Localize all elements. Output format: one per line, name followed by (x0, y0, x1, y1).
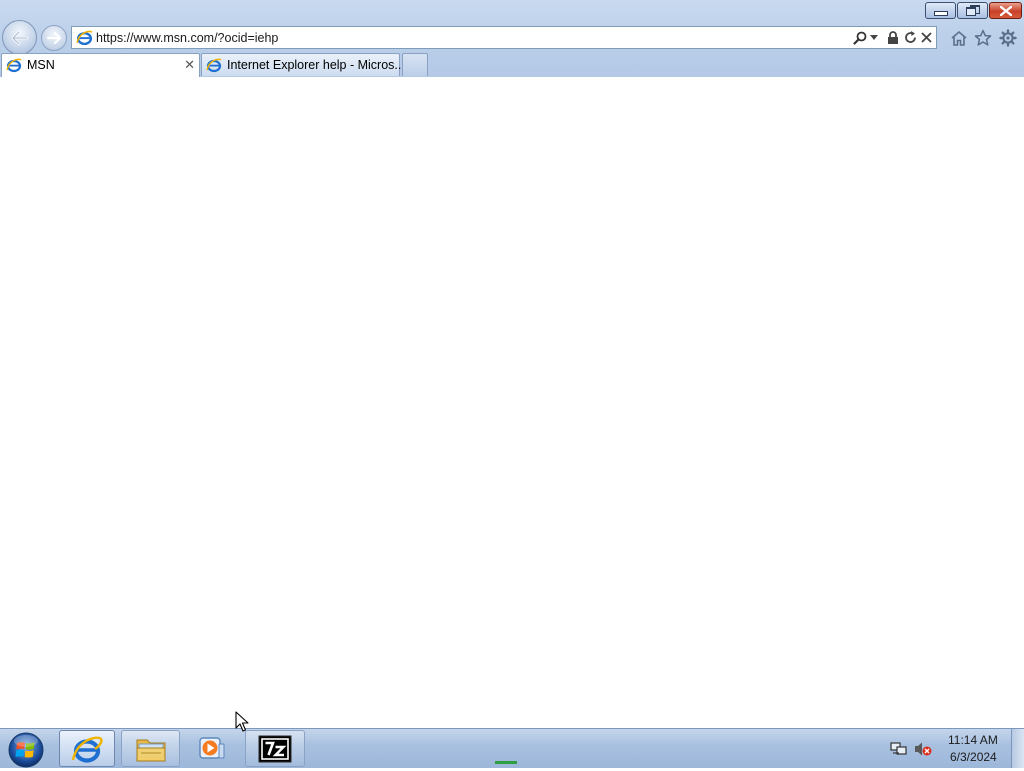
restore-button[interactable] (957, 2, 988, 19)
close-icon (999, 5, 1012, 16)
progress-indicator (495, 761, 517, 764)
search-icon[interactable] (852, 29, 868, 46)
tab-label: MSN (27, 58, 55, 72)
tab-label: Internet Explorer help - Micros... (227, 58, 405, 72)
url-text[interactable]: https://www.msn.com/?ocid=iehp (96, 31, 278, 45)
forward-button[interactable] (41, 25, 67, 51)
internet-explorer-icon (71, 736, 103, 763)
taskbar-internet-explorer[interactable] (59, 730, 115, 767)
minimize-icon (933, 11, 948, 16)
network-icon[interactable] (890, 741, 908, 760)
taskbar-media-player[interactable] (184, 730, 240, 767)
show-desktop-button[interactable] (1011, 729, 1024, 768)
ie-page-icon (206, 58, 222, 73)
dropdown-arrow-icon[interactable] (869, 29, 879, 46)
folder-icon (136, 739, 165, 761)
refresh-icon[interactable] (902, 29, 918, 46)
taskbar-windows-explorer[interactable] (121, 730, 180, 767)
favorites-star-icon[interactable] (973, 28, 993, 48)
minimize-button[interactable] (925, 2, 956, 19)
start-button[interactable] (4, 730, 48, 768)
back-button[interactable] (2, 20, 37, 55)
media-player-icon (199, 736, 225, 759)
tab-msn[interactable]: MSN ✕ (1, 53, 200, 77)
stop-icon[interactable] (918, 29, 934, 46)
new-tab-button[interactable] (402, 53, 428, 76)
tab-close-icon[interactable]: ✕ (184, 57, 195, 73)
home-icon[interactable] (949, 28, 969, 48)
taskbar (0, 728, 1024, 768)
taskbar-7zip[interactable] (245, 730, 517, 767)
7zip-icon (258, 735, 292, 762)
page-content[interactable] (0, 77, 1024, 728)
ie-page-icon (76, 30, 93, 46)
address-bar[interactable]: https://www.msn.com/?ocid=iehp (71, 26, 937, 49)
back-arrow-icon (11, 30, 28, 45)
tab-ie-help[interactable]: Internet Explorer help - Micros... (201, 53, 405, 76)
lock-icon[interactable] (885, 29, 901, 46)
restore-icon (965, 5, 980, 16)
close-button[interactable] (989, 2, 1022, 19)
clock-date[interactable]: 6/3/2024 (950, 750, 997, 764)
volume-muted-icon[interactable] (914, 741, 932, 760)
clock-time[interactable]: 11:14 AM (948, 733, 998, 747)
gear-icon[interactable] (998, 28, 1018, 48)
browser-chrome: https://www.msn.com/?ocid=iehp MSN ✕ Int… (0, 0, 1024, 78)
mouse-cursor-icon (235, 711, 249, 732)
windows-orb-icon (8, 732, 44, 768)
forward-arrow-icon (46, 32, 62, 44)
ie-page-icon (6, 58, 22, 73)
